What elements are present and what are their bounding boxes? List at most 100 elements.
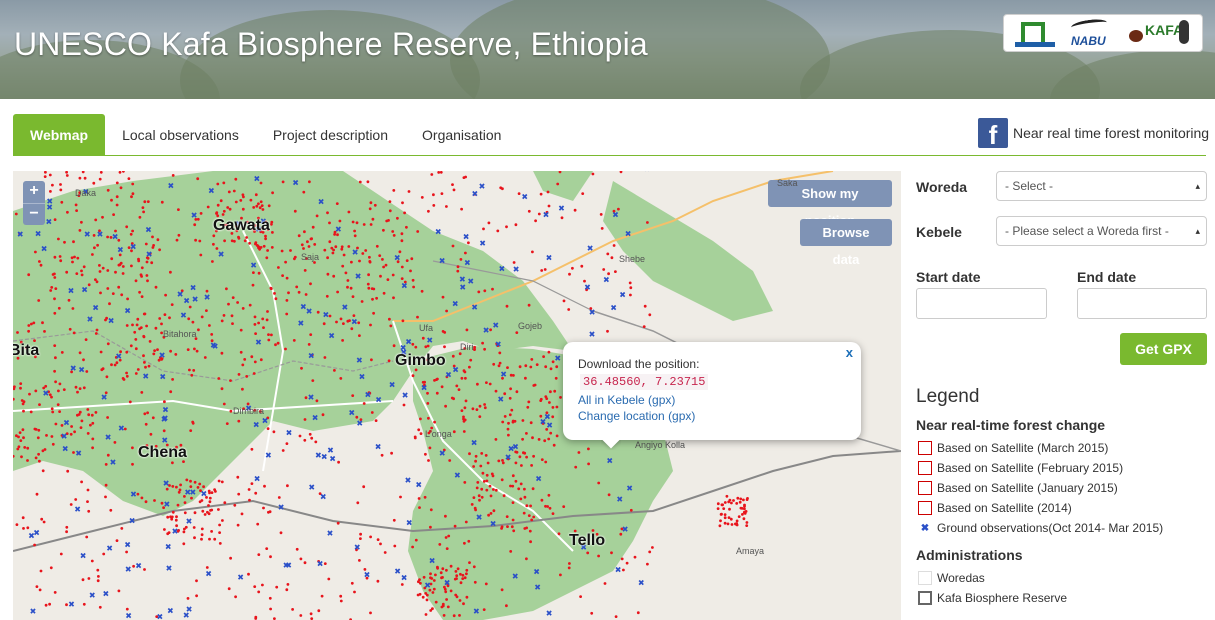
forest-change-point bbox=[268, 596, 272, 600]
place-label: Diri bbox=[460, 342, 474, 352]
woreda-select[interactable]: - Select - ▴ bbox=[996, 171, 1207, 201]
forest-change-point bbox=[514, 223, 518, 227]
forest-change-point bbox=[101, 266, 105, 270]
ground-observation-point: ✖ bbox=[472, 190, 479, 199]
forest-change-point bbox=[441, 295, 445, 299]
ground-observation-point: ✖ bbox=[426, 336, 433, 345]
forest-change-point bbox=[201, 509, 205, 513]
forest-change-point bbox=[80, 273, 84, 277]
forest-change-point bbox=[500, 478, 504, 482]
tab-project-description[interactable]: Project description bbox=[256, 114, 405, 156]
forest-change-point bbox=[164, 293, 168, 297]
forest-change-point bbox=[300, 366, 303, 370]
forest-change-point bbox=[230, 314, 234, 318]
forest-change-point bbox=[374, 419, 378, 422]
forest-change-point bbox=[59, 188, 63, 192]
forest-change-point bbox=[94, 218, 98, 222]
forest-change-point bbox=[205, 566, 209, 569]
forest-change-point bbox=[300, 243, 304, 247]
forest-change-point bbox=[527, 514, 531, 517]
forest-change-point bbox=[556, 182, 560, 186]
forest-change-point bbox=[297, 290, 301, 294]
forest-change-point bbox=[449, 589, 453, 593]
tab-local-observations[interactable]: Local observations bbox=[105, 114, 256, 156]
forest-change-point bbox=[80, 220, 83, 224]
zoom-in-button[interactable]: + bbox=[23, 181, 45, 203]
forest-change-point bbox=[42, 520, 46, 524]
facebook-link[interactable]: Near real time forest monitoring bbox=[1013, 125, 1209, 141]
forest-change-point bbox=[118, 171, 122, 174]
forest-change-point bbox=[341, 339, 344, 342]
get-gpx-button[interactable]: Get GPX bbox=[1120, 333, 1207, 365]
forest-change-point bbox=[295, 285, 299, 289]
forest-change-point bbox=[234, 595, 238, 599]
popup-close-button[interactable]: x bbox=[846, 345, 853, 360]
zoom-out-button[interactable]: − bbox=[23, 203, 45, 225]
forest-change-point bbox=[34, 456, 38, 460]
ground-observation-point: ✖ bbox=[250, 261, 257, 270]
forest-change-point bbox=[73, 430, 76, 434]
forest-change-point bbox=[485, 381, 488, 384]
ground-observation-point: ✖ bbox=[351, 318, 358, 327]
forest-change-point bbox=[131, 229, 134, 233]
forest-change-point bbox=[78, 229, 82, 232]
forest-change-point bbox=[360, 300, 364, 303]
legend-swatch bbox=[918, 591, 932, 605]
ground-observation-point: ✖ bbox=[218, 250, 225, 259]
forest-change-point bbox=[527, 400, 531, 404]
forest-change-point bbox=[435, 378, 438, 381]
forest-change-point bbox=[185, 478, 189, 482]
forest-change-point bbox=[342, 253, 346, 257]
forest-change-point bbox=[443, 331, 447, 334]
forest-change-point bbox=[636, 611, 640, 615]
forest-change-point bbox=[462, 419, 466, 423]
forest-change-point bbox=[434, 600, 438, 604]
forest-change-point bbox=[78, 387, 82, 390]
kebele-select[interactable]: - Please select a Woreda first - ▴ bbox=[996, 216, 1207, 246]
tab-webmap[interactable]: Webmap bbox=[13, 114, 106, 156]
forest-change-point bbox=[590, 611, 594, 615]
forest-change-point bbox=[49, 566, 53, 570]
forest-change-point bbox=[351, 394, 355, 397]
ground-observation-point: ✖ bbox=[335, 225, 342, 234]
kebele-gpx-link[interactable]: All in Kebele (gpx) bbox=[578, 393, 846, 407]
forest-change-point bbox=[743, 510, 746, 514]
ground-observation-point: ✖ bbox=[205, 570, 212, 579]
end-date-input[interactable] bbox=[1077, 288, 1207, 319]
forest-change-point bbox=[129, 232, 133, 236]
forest-change-point bbox=[210, 491, 214, 494]
facebook-icon[interactable]: f bbox=[978, 118, 1008, 148]
forest-change-point bbox=[546, 505, 549, 508]
legend-swatch bbox=[918, 481, 932, 495]
forest-change-point bbox=[237, 235, 240, 239]
forest-change-point bbox=[568, 272, 571, 276]
forest-change-point bbox=[212, 242, 215, 246]
forest-change-point bbox=[167, 531, 171, 534]
forest-change-point bbox=[280, 249, 284, 253]
forest-change-point bbox=[128, 400, 132, 404]
forest-change-point bbox=[266, 310, 269, 313]
browse-data-button[interactable]: Browse data bbox=[800, 219, 892, 267]
tab-organisation[interactable]: Organisation bbox=[405, 114, 518, 156]
forest-change-point bbox=[614, 615, 618, 618]
forest-change-point bbox=[489, 494, 493, 498]
webmap[interactable]: ✖ ✖ ✖ ✖ ✖ ✖ ✖ ✖ ✖ ✖ ✖ ✖ ✖ ✖ ✖ ✖ ✖ ✖ ✖ ✖ ✖ ✖ ✖ ✖ ✖ ✖ ✖ ✖ ✖ ✖ ✖ ✖ ✖ ✖ ✖ ✖ ✖ ✖ ✖ ✖… bbox=[13, 171, 901, 620]
forest-change-point bbox=[241, 363, 245, 367]
change-location-gpx-link[interactable]: Change location (gpx) bbox=[578, 409, 846, 423]
forest-change-point bbox=[57, 389, 60, 393]
start-date-input[interactable] bbox=[916, 288, 1047, 319]
forest-change-point bbox=[267, 338, 271, 342]
forest-change-point bbox=[369, 223, 373, 226]
forest-change-point bbox=[427, 209, 430, 213]
forest-change-point bbox=[135, 323, 139, 327]
forest-change-point bbox=[115, 203, 119, 207]
forest-change-point bbox=[90, 559, 94, 563]
forest-change-point bbox=[144, 365, 147, 369]
forest-change-point bbox=[537, 212, 541, 216]
forest-change-point bbox=[87, 577, 91, 580]
forest-change-point bbox=[95, 328, 99, 332]
forest-change-point bbox=[440, 605, 444, 609]
forest-change-point bbox=[426, 402, 430, 405]
forest-change-point bbox=[555, 434, 559, 438]
forest-change-point bbox=[200, 537, 203, 541]
